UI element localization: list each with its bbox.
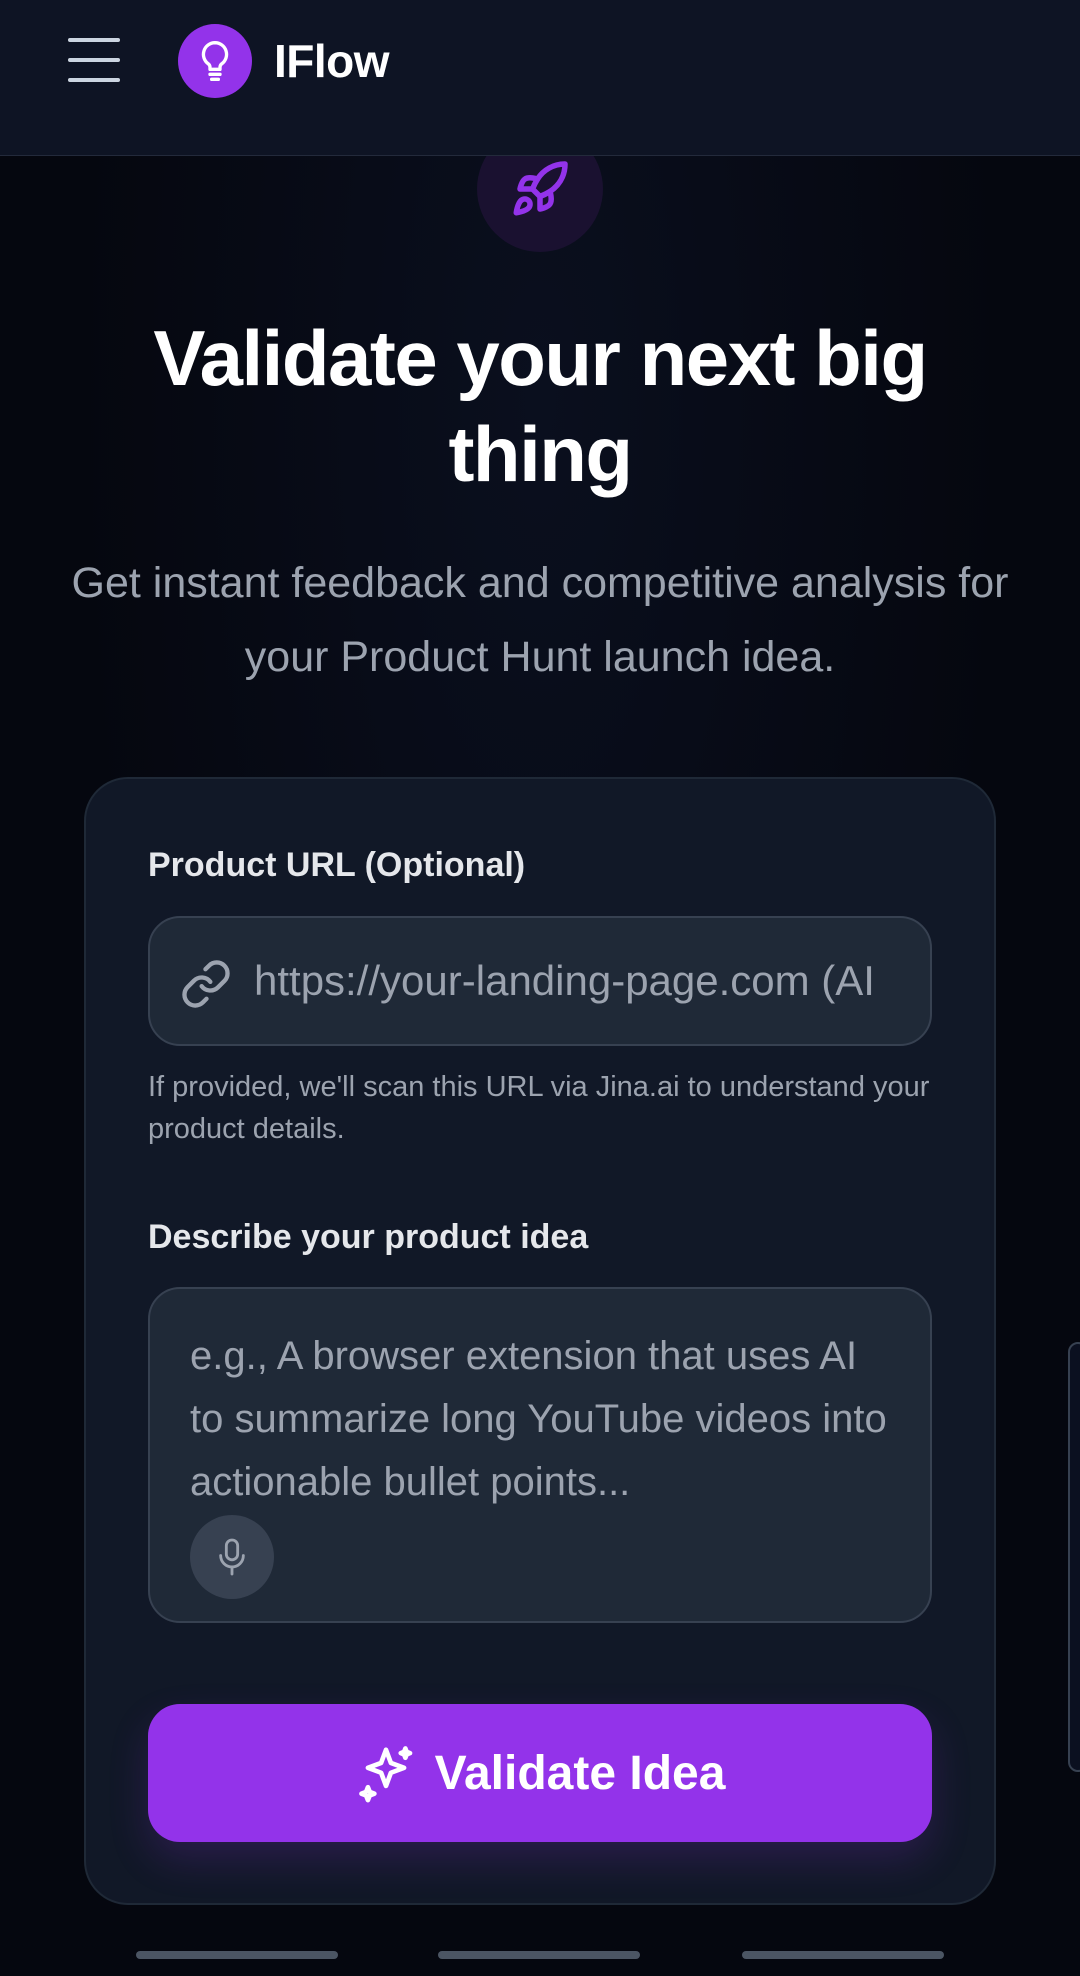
top-app-bar: IFlow — [0, 0, 1080, 156]
menu-line — [68, 58, 120, 62]
bottom-indicator — [136, 1951, 338, 1959]
product-idea-label: Describe your product idea — [148, 1218, 589, 1256]
product-url-label: Product URL (Optional) — [148, 846, 526, 884]
page-title: Validate your next big thing — [153, 314, 928, 498]
bottom-indicator — [438, 1951, 640, 1959]
product-url-input[interactable] — [254, 918, 928, 1044]
side-scroll-handle[interactable] — [1068, 1342, 1080, 1772]
product-idea-field[interactable] — [148, 1287, 932, 1623]
brand-name[interactable]: IFlow — [274, 34, 390, 88]
product-idea-textarea[interactable] — [190, 1325, 894, 1525]
product-url-field[interactable] — [148, 916, 932, 1046]
hamburger-menu-icon[interactable] — [68, 38, 120, 82]
microphone-icon[interactable] — [190, 1515, 274, 1599]
link-icon — [182, 960, 230, 1008]
menu-line — [68, 38, 120, 42]
validate-idea-button[interactable]: Validate Idea — [148, 1704, 932, 1842]
menu-line — [68, 78, 120, 82]
lightbulb-icon[interactable] — [178, 24, 252, 98]
sparkles-icon — [358, 1746, 412, 1803]
page-subtitle: Get instant feedback and competitive ana… — [71, 559, 1009, 681]
validate-idea-label: Validate Idea — [434, 1746, 726, 1800]
page: IFlow Validate your next big thing Get i… — [0, 0, 1080, 1976]
product-url-helper-text: If provided, we'll scan this URL via Jin… — [148, 1071, 930, 1145]
bottom-indicator — [742, 1951, 944, 1959]
